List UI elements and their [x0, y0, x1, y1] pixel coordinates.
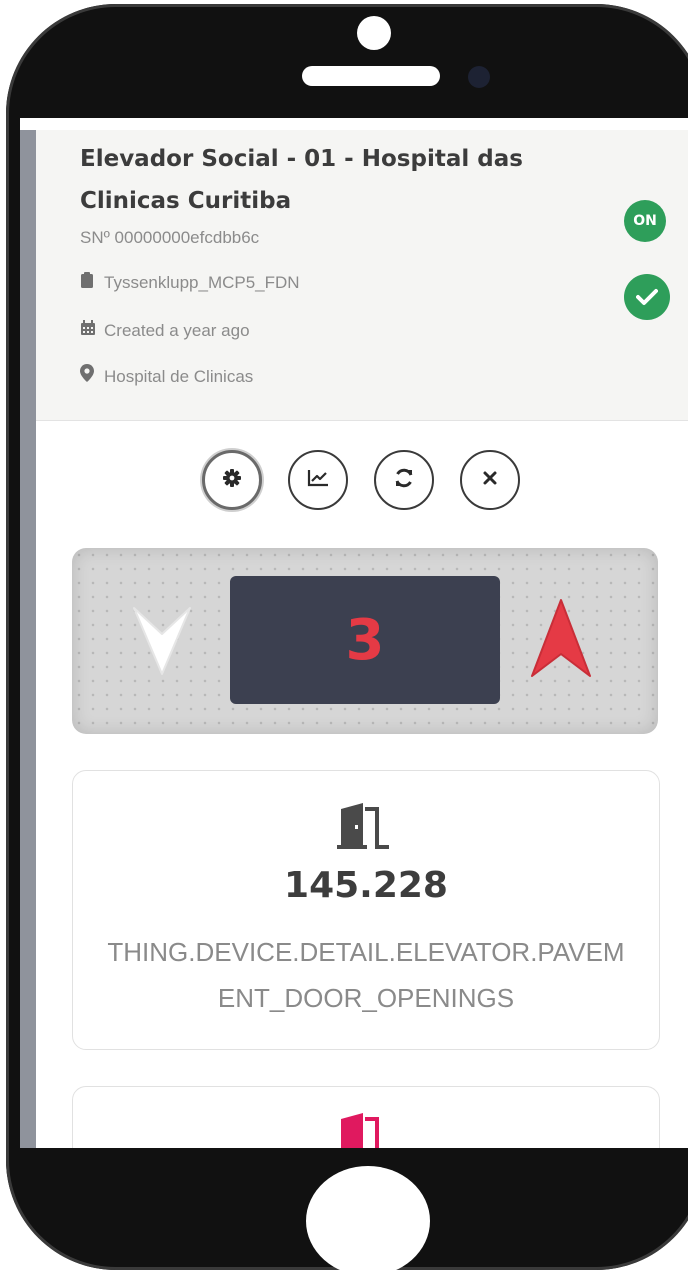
arrow-up-icon [530, 598, 592, 684]
elevator-panel: 3 [72, 548, 658, 734]
door-icon [337, 1113, 393, 1148]
close-button[interactable] [460, 450, 520, 510]
status-badge: ON [624, 200, 666, 242]
sidebar-edge [20, 118, 36, 1148]
settings-button[interactable] [202, 450, 262, 510]
stat-label: THING.DEVICE.DETAIL.ELEVATOR.PAVEMENT_DO… [107, 937, 625, 1013]
device-location: Hospital de Clinicas [104, 367, 254, 386]
stat-card-second [72, 1086, 660, 1148]
front-sensor [357, 16, 391, 50]
chart-icon [307, 469, 329, 491]
refresh-button[interactable] [374, 450, 434, 510]
map-marker-icon [80, 364, 98, 387]
device-actions [202, 450, 542, 514]
screen: Elevador Social - 01 - Hospital das Clin… [20, 118, 688, 1148]
top-strip [20, 118, 688, 130]
chart-button[interactable] [288, 450, 348, 510]
stat-value: 145.228 [284, 865, 448, 906]
device-detail-page: Elevador Social - 01 - Hospital das Clin… [36, 130, 688, 1148]
gear-icon [222, 468, 242, 492]
floor-number: 3 [345, 607, 385, 673]
status-ok-icon [624, 274, 670, 320]
device-serial: SNº 00000000efcdbb6c [80, 228, 260, 247]
arrow-down-icon [132, 604, 192, 680]
calendar-icon [80, 320, 98, 341]
device-created-row: Created a year ago [80, 320, 250, 341]
device-model: Tyssenklupp_MCP5_FDN [104, 273, 300, 292]
door-icon [337, 803, 393, 853]
clipboard-icon [80, 272, 98, 293]
device-header-card: Elevador Social - 01 - Hospital das Clin… [36, 130, 688, 421]
device-model-row: Tyssenklupp_MCP5_FDN [80, 272, 300, 293]
front-camera [468, 66, 490, 88]
device-created: Created a year ago [104, 321, 250, 340]
earpiece-speaker [302, 66, 440, 86]
device-location-row: Hospital de Clinicas [80, 364, 253, 387]
stat-card-door-openings: 145.228 THING.DEVICE.DETAIL.ELEVATOR.PAV… [72, 770, 660, 1050]
device-title: Elevador Social - 01 - Hospital das Clin… [80, 146, 523, 214]
home-button[interactable] [306, 1166, 430, 1276]
floor-display: 3 [230, 576, 500, 704]
refresh-icon [393, 467, 415, 493]
close-icon [482, 470, 498, 490]
